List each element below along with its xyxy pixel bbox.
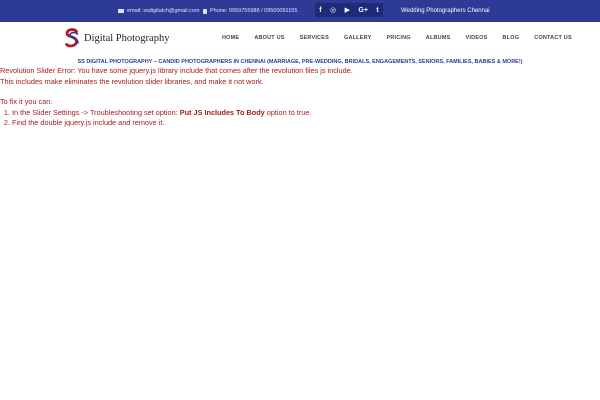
error-line-2: This includes make eliminates the revolu… (0, 76, 264, 86)
error-line-1: Revolution Slider Error: You have some j… (0, 66, 353, 75)
slider-error: Revolution Slider Error: You have some j… (0, 66, 600, 129)
envelope-icon (118, 9, 124, 13)
email-text: email: ssdigitalch@gmail.com (127, 8, 200, 14)
main-nav: HOME ABOUT US SERVICES GALLERY PRICING A… (222, 35, 572, 41)
nav-videos[interactable]: VIDEOS (466, 35, 488, 41)
nav-services[interactable]: SERVICES (300, 35, 329, 41)
fix-heading: To fix it you can: (0, 97, 53, 106)
top-bar: email: ssdigitalch@gmail.com Phone: 0959… (0, 0, 600, 22)
nav-home[interactable]: HOME (222, 35, 239, 41)
site-logo[interactable]: Digital Photography (64, 28, 169, 49)
google-plus-icon[interactable]: G+ (358, 7, 368, 14)
facebook-icon[interactable]: f (319, 7, 321, 14)
social-links: f ◎ ▶ G+ t (315, 3, 383, 17)
nav-pricing[interactable]: PRICING (386, 35, 410, 41)
page-banner: SS DIGITAL PHOTOGRAPHY – CANDID PHOTOGRA… (77, 59, 523, 65)
nav-about-us[interactable]: ABOUT US (254, 35, 284, 41)
youtube-icon[interactable]: ▶ (345, 7, 350, 14)
fix-step-1-prefix: In the Slider Settings -> Troubleshootin… (12, 107, 180, 117)
nav-gallery[interactable]: GALLERY (344, 35, 371, 41)
logo-text: Digital Photography (84, 33, 170, 44)
phone-icon (203, 8, 207, 14)
nav-albums[interactable]: ALBUMS (426, 35, 451, 41)
fix-step-1-suffix: option to true. (264, 107, 312, 117)
logo-s-icon (65, 28, 79, 48)
fix-steps: In the Slider Settings -> Troubleshootin… (0, 108, 600, 129)
fix-step-1: In the Slider Settings -> Troubleshootin… (12, 108, 600, 119)
phone-contact[interactable]: Phone: 095975598​8 / 09500091155 (203, 0, 297, 22)
site-tagline: Wedding Photographers Chennai (401, 8, 490, 14)
nav-blog[interactable]: BLOG (503, 35, 520, 41)
fix-step-2: Find the double jquery.js include and re… (12, 118, 600, 129)
email-contact[interactable]: email: ssdigitalch@gmail.com (118, 0, 200, 22)
twitter-icon[interactable]: t (376, 7, 378, 14)
site-header: Digital Photography HOME ABOUT US SERVIC… (0, 22, 600, 56)
nav-contact-us[interactable]: CONTACT US (534, 35, 572, 41)
phone-text: Phone: 095975598​8 / 09500091155 (210, 8, 298, 14)
instagram-icon[interactable]: ◎ (330, 7, 336, 14)
fix-step-1-option: Put JS Includes To Body (179, 107, 265, 117)
